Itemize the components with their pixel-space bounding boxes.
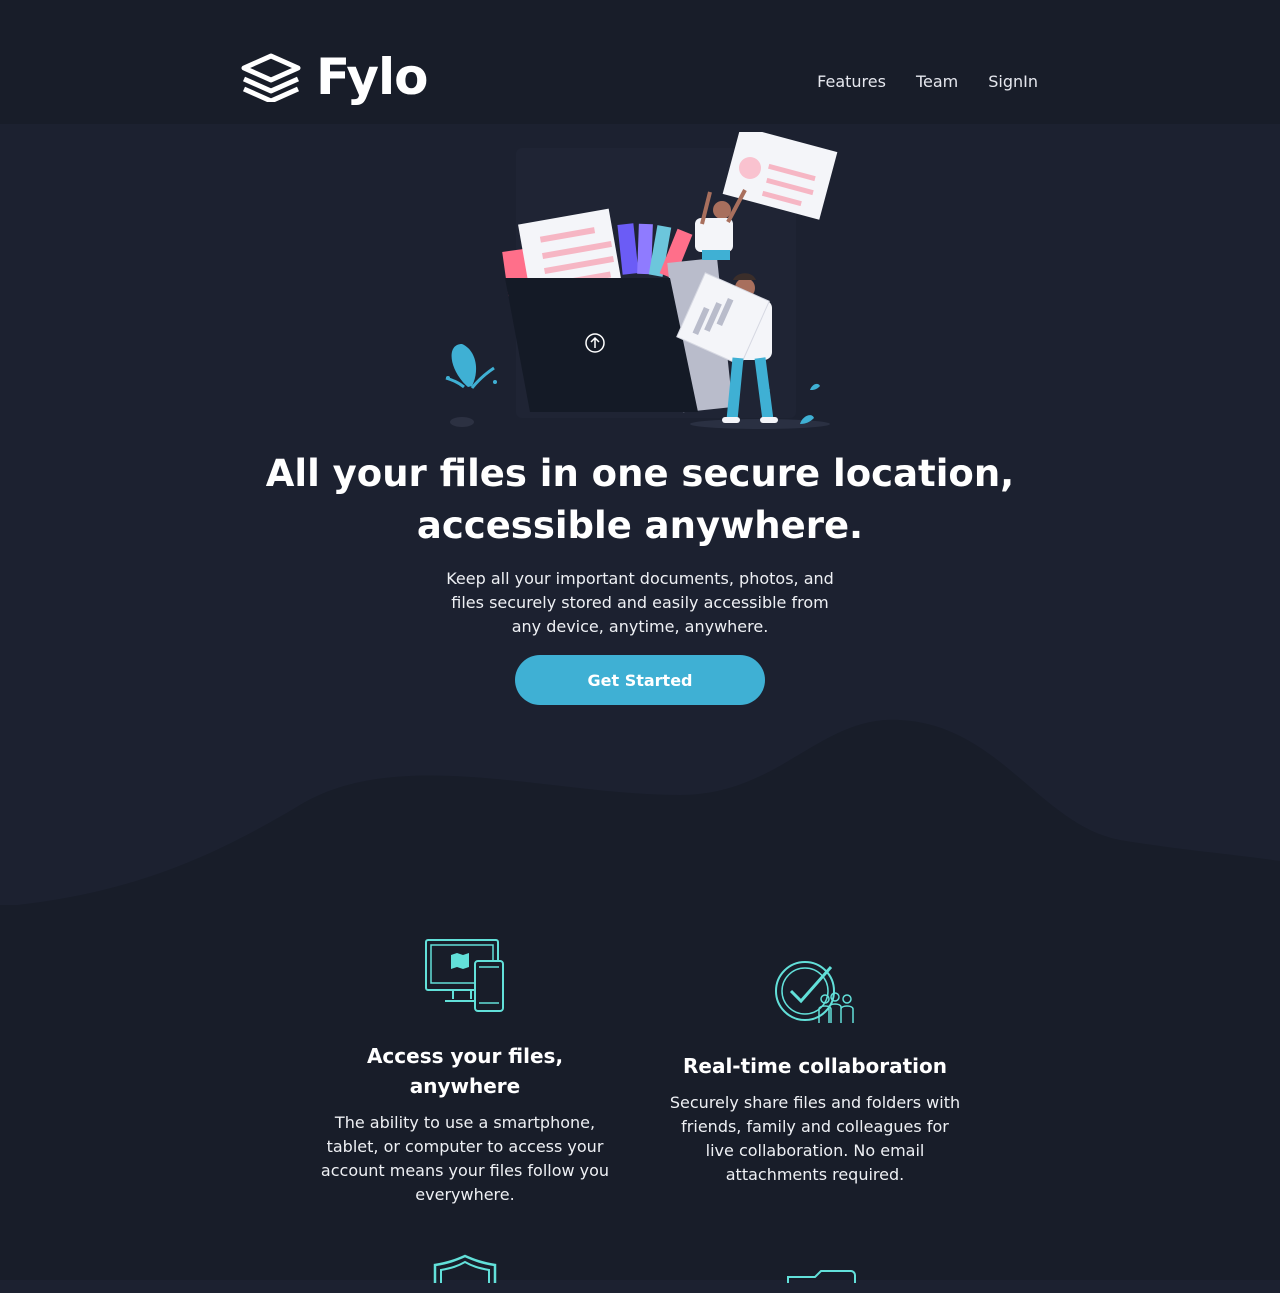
main-nav: Features Team SignIn [817,72,1038,91]
hero-illustration [445,132,838,429]
collaboration-icon [775,961,854,1023]
hero-subtitle: Keep all your important documents, photo… [446,569,834,636]
feature-description: The ability to use a smartphone, tablet,… [320,1113,610,1204]
folder-icon [787,1270,856,1283]
section-wave-divider [0,719,1280,915]
brand-name: Fylo [316,48,429,106]
security-shield-icon [433,1254,497,1283]
nav-link-features[interactable]: Features [817,72,886,91]
get-started-button[interactable]: Get Started [515,655,765,705]
nav-link-team[interactable]: Team [916,72,958,91]
features-section: Access your files, anywhere The ability … [0,905,1280,1283]
layers-logo-icon [241,53,301,102]
site-header: Fylo Features Team SignIn [0,0,1280,124]
feature-card-collaboration: Real-time collaboration Securely share f… [665,957,965,1187]
nav-link-signin[interactable]: SignIn [988,72,1038,91]
brand-logo[interactable]: Fylo [240,48,429,106]
feature-title: Access your files, anywhere [366,1044,564,1098]
feature-title: Real-time collaboration [682,1054,947,1078]
feature-description: Securely share files and folders with fr… [669,1093,961,1184]
feature-card-access: Access your files, anywhere The ability … [315,937,615,1207]
hero-title: All your files in one secure location, a… [265,452,1015,547]
access-anywhere-icon [425,939,504,1012]
